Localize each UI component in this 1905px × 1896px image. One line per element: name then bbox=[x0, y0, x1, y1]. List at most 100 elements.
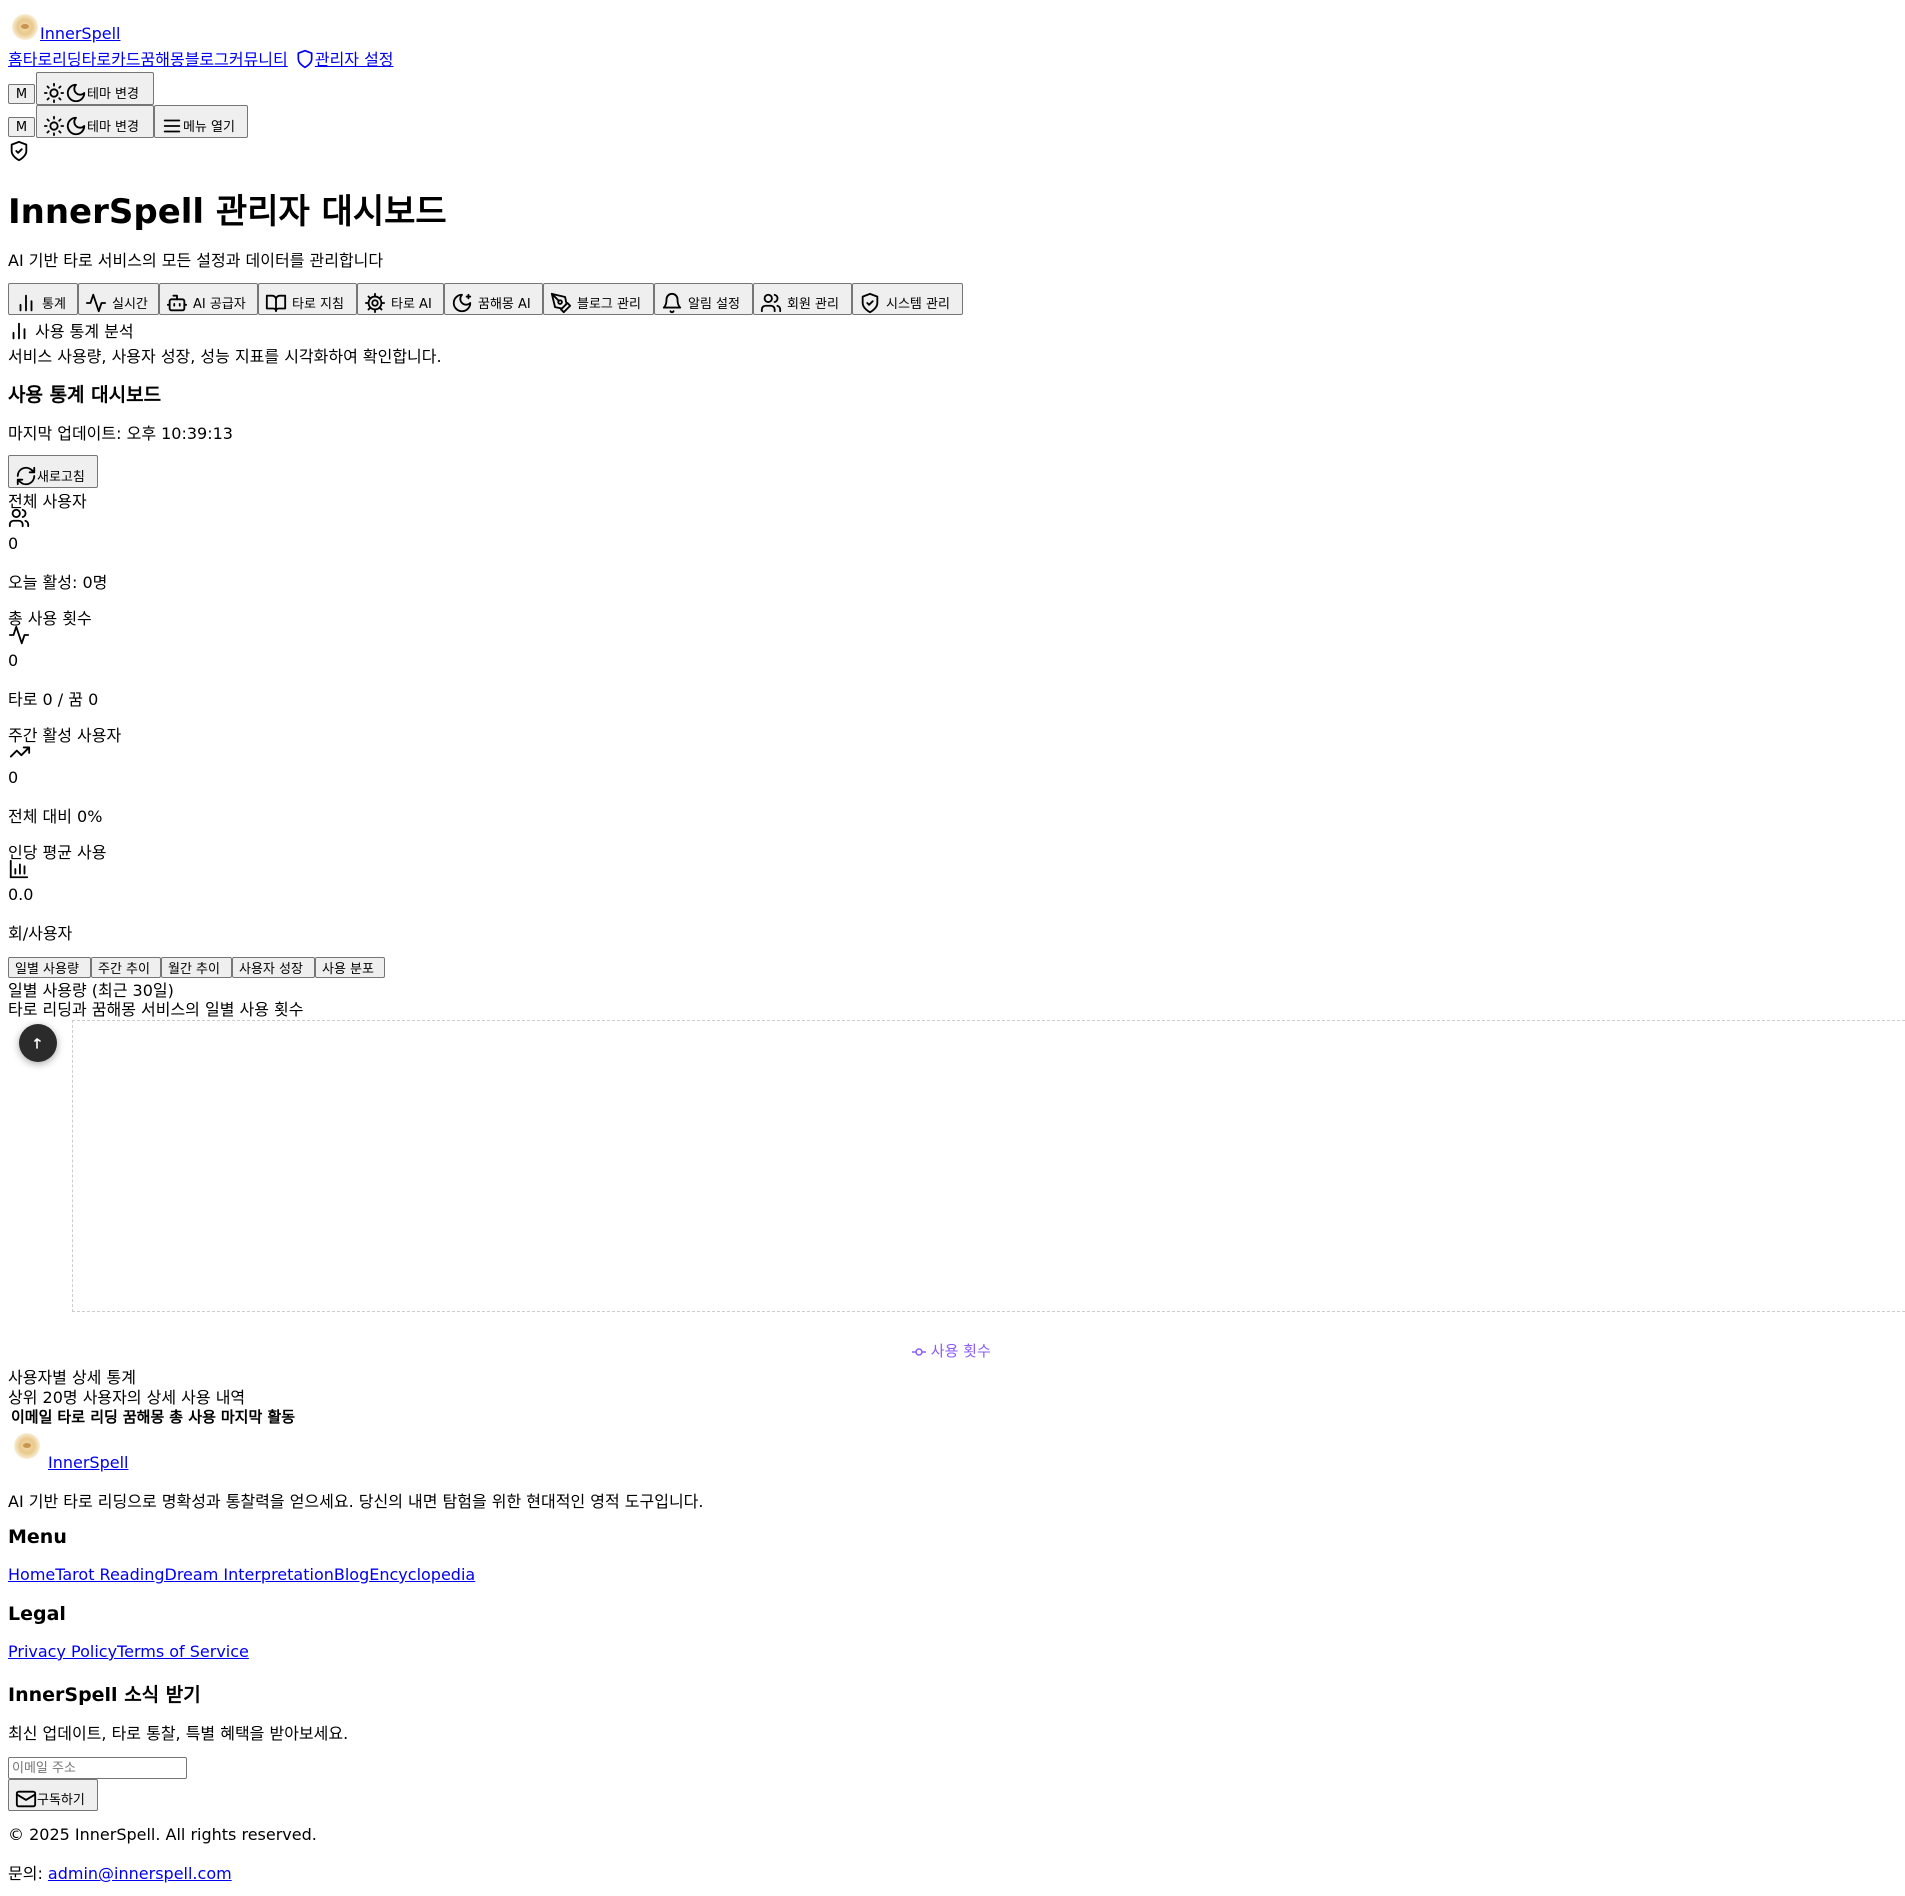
footer-link-home[interactable]: Home bbox=[8, 1565, 55, 1584]
page-title: InnerSpell 관리자 대시보드 bbox=[8, 192, 447, 232]
chart-tab-user-growth-label: 사용자 성장 bbox=[239, 962, 303, 977]
footer-legal-heading: Legal bbox=[8, 1603, 66, 1625]
nav-home[interactable]: 홈 bbox=[8, 50, 23, 69]
footer-link-terms[interactable]: Terms of Service bbox=[117, 1642, 249, 1661]
footer-brand-link[interactable]: InnerSpell bbox=[48, 1453, 128, 1472]
avatar: M bbox=[15, 119, 28, 135]
contact-line: 문의: admin@innerspell.com bbox=[8, 1860, 232, 1884]
metric-total-usage-sub: 타로 0 / 꿈 0 bbox=[8, 690, 99, 709]
column-header-tarot: 타로 리딩 bbox=[57, 1408, 118, 1426]
dashboard-title: 사용 통계 대시보드 bbox=[8, 384, 162, 406]
tab-system[interactable]: 시스템 관리 bbox=[852, 283, 963, 315]
footer-link-tarot-reading[interactable]: Tarot Reading bbox=[55, 1565, 164, 1584]
shield-check-icon bbox=[859, 292, 881, 314]
bar-chart-icon bbox=[8, 320, 30, 342]
chart-legend: 사용 횟수 bbox=[912, 1340, 991, 1361]
scroll-top-button[interactable] bbox=[19, 1024, 57, 1062]
last-update: 마지막 업데이트: 오후 10:39:13 bbox=[8, 424, 233, 443]
tab-stats[interactable]: 통계 bbox=[8, 283, 78, 315]
bar-chart-icon bbox=[8, 858, 30, 884]
sun-icon bbox=[43, 82, 65, 104]
mail-icon bbox=[15, 1788, 37, 1810]
footer-link-encyclopedia[interactable]: Encyclopedia bbox=[369, 1565, 475, 1584]
chart-tab-monthly[interactable]: 월간 추이 bbox=[161, 957, 232, 978]
footer-link-dream[interactable]: Dream Interpretation bbox=[165, 1565, 334, 1584]
newsletter-heading: InnerSpell 소식 받기 bbox=[8, 1684, 201, 1706]
theme-toggle-label: 테마 변경 bbox=[87, 87, 139, 102]
nav-tarot-reading[interactable]: 타로리딩 bbox=[23, 50, 82, 69]
tab-tarot-ai-label: 타로 AI bbox=[391, 297, 432, 312]
chart-tab-distribution[interactable]: 사용 분포 bbox=[315, 957, 385, 978]
trending-up-icon bbox=[8, 741, 32, 767]
chart-tab-daily-label: 일별 사용량 bbox=[15, 962, 79, 977]
column-header-last-activity: 마지막 활동 bbox=[220, 1408, 296, 1426]
column-header-email: 이메일 bbox=[11, 1408, 53, 1426]
contact-email-link[interactable]: admin@innerspell.com bbox=[48, 1864, 232, 1883]
footer-link-privacy[interactable]: Privacy Policy bbox=[8, 1642, 117, 1661]
nav-blog[interactable]: 블로그 bbox=[185, 50, 229, 69]
moon-icon bbox=[65, 115, 87, 137]
avatar-button-mobile[interactable]: M bbox=[8, 117, 35, 137]
subscribe-button[interactable]: 구독하기 bbox=[8, 1779, 98, 1811]
sun-icon bbox=[43, 115, 65, 137]
moon-icon bbox=[65, 82, 87, 104]
copyright: © 2025 InnerSpell. All rights reserved. bbox=[8, 1825, 317, 1844]
column-header-dream: 꿈해몽 bbox=[122, 1408, 165, 1426]
tab-stats-label: 통계 bbox=[42, 297, 66, 312]
tab-realtime-label: 실시간 bbox=[112, 297, 148, 312]
refresh-button[interactable]: 새로고침 bbox=[8, 455, 98, 488]
stats-card-description: 서비스 사용량, 사용자 성장, 성능 지표를 시각화하여 확인합니다. bbox=[8, 347, 442, 366]
shield-check-icon bbox=[8, 139, 30, 167]
metric-total-users-sub: 오늘 활성: 0명 bbox=[8, 573, 108, 592]
brand-logo bbox=[12, 14, 38, 40]
theme-toggle-button-mobile[interactable]: 테마 변경 bbox=[36, 105, 154, 138]
daily-usage-chart bbox=[72, 1020, 1905, 1312]
menu-open-label: 메뉴 열기 bbox=[183, 120, 235, 135]
nav-tarot-cards[interactable]: 타로카드 bbox=[82, 50, 141, 69]
menu-open-button[interactable]: 메뉴 열기 bbox=[154, 105, 248, 138]
footer-menu-heading: Menu bbox=[8, 1526, 67, 1548]
tab-blog-admin[interactable]: 블로그 관리 bbox=[543, 283, 654, 315]
chart-tab-user-growth[interactable]: 사용자 성장 bbox=[232, 957, 315, 978]
chart-tab-daily[interactable]: 일별 사용량 bbox=[8, 957, 91, 978]
tab-notifications-label: 알림 설정 bbox=[688, 297, 740, 312]
theme-toggle-label: 테마 변경 bbox=[87, 120, 139, 135]
legend-line-marker-icon bbox=[912, 1347, 926, 1357]
newsletter-email-input[interactable] bbox=[8, 1757, 187, 1779]
tab-members[interactable]: 회원 관리 bbox=[753, 283, 852, 315]
stats-card-title: 사용 통계 분석 bbox=[8, 318, 134, 342]
newsletter-text: 최신 업데이트, 타로 통찰, 특별 혜택을 받아보세요. bbox=[8, 1724, 349, 1743]
main-nav: 홈타로리딩타로카드꿈해몽블로그커뮤니티 관리자 설정 bbox=[8, 46, 394, 70]
subscribe-label: 구독하기 bbox=[37, 1793, 85, 1808]
nav-community[interactable]: 커뮤니티 bbox=[229, 50, 288, 69]
book-open-icon bbox=[265, 292, 287, 314]
nav-dream[interactable]: 꿈해몽 bbox=[141, 50, 185, 69]
metric-avg-usage-value: 0.0 bbox=[8, 885, 34, 904]
admin-settings-link[interactable]: 관리자 설정 bbox=[315, 50, 394, 69]
avatar: M bbox=[15, 86, 28, 102]
tab-dream-ai[interactable]: 꿈해몽 AI bbox=[444, 283, 543, 315]
users-icon bbox=[8, 507, 30, 533]
theme-toggle-button[interactable]: 테마 변경 bbox=[36, 72, 154, 105]
chart-tab-weekly[interactable]: 주간 추이 bbox=[91, 957, 161, 978]
tab-tarot-ai[interactable]: 타로 AI bbox=[357, 283, 444, 315]
refresh-icon bbox=[15, 465, 37, 487]
chart-tab-weekly-label: 주간 추이 bbox=[98, 962, 150, 977]
contact-prefix: 문의: bbox=[8, 1864, 48, 1883]
column-header-total: 총 사용 bbox=[169, 1408, 216, 1426]
activity-icon bbox=[8, 624, 30, 650]
footer-link-blog[interactable]: Blog bbox=[334, 1565, 369, 1584]
shield-icon bbox=[295, 48, 315, 70]
chart-tab-monthly-label: 월간 추이 bbox=[168, 962, 220, 977]
daily-chart-description: 타로 리딩과 꿈해몽 서비스의 일별 사용 횟수 bbox=[8, 1000, 304, 1019]
metric-total-usage-value: 0 bbox=[8, 651, 19, 670]
legend-label: 사용 횟수 bbox=[930, 1342, 991, 1360]
tab-realtime[interactable]: 실시간 bbox=[78, 283, 159, 315]
brand-link[interactable]: InnerSpell bbox=[40, 24, 120, 43]
tab-ai-provider-label: AI 공급자 bbox=[193, 297, 246, 312]
tab-tarot-guide[interactable]: 타로 지침 bbox=[258, 283, 357, 315]
tab-ai-provider[interactable]: AI 공급자 bbox=[159, 283, 258, 315]
tab-dream-ai-label: 꿈해몽 AI bbox=[478, 297, 531, 312]
avatar-button[interactable]: M bbox=[8, 84, 35, 104]
tab-notifications[interactable]: 알림 설정 bbox=[654, 283, 753, 315]
